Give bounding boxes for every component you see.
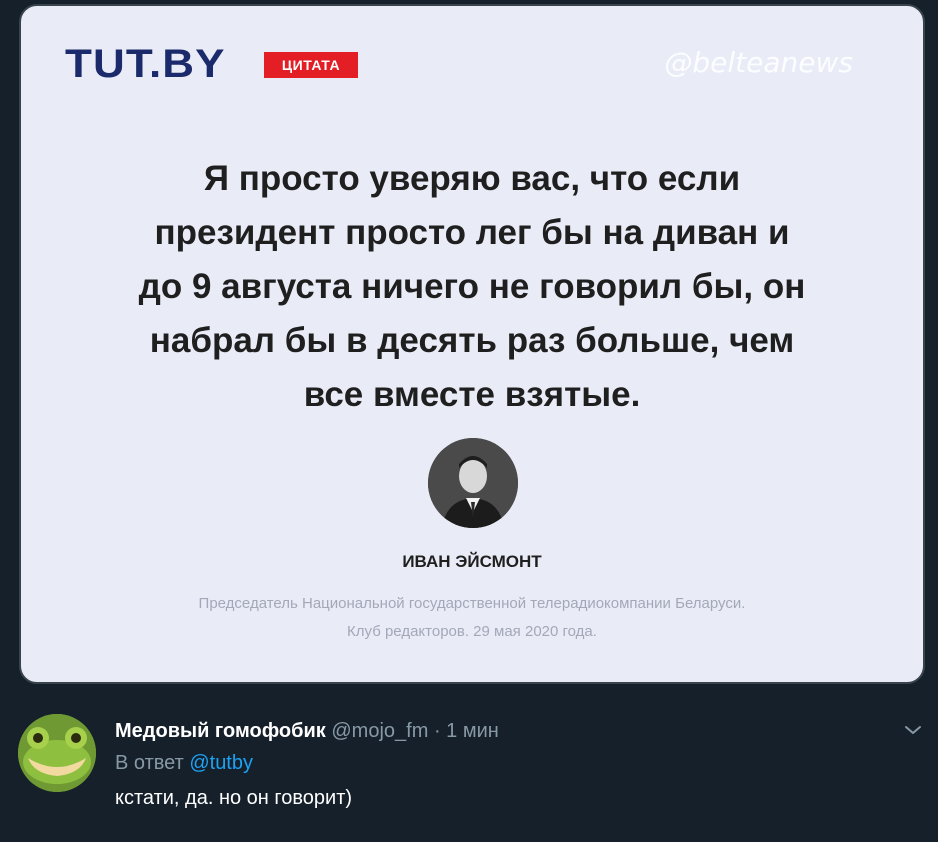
- user-handle[interactable]: @mojo_fm: [331, 720, 428, 742]
- display-name[interactable]: Медовый гомофобик: [115, 720, 326, 742]
- timestamp[interactable]: 1 мин: [446, 720, 499, 742]
- reply-mention-link[interactable]: @tutby: [189, 752, 253, 774]
- quote-text: Я просто уверяю вас, что если президент …: [138, 159, 806, 414]
- quote-badge: ЦИТАТА: [264, 52, 358, 78]
- avatar[interactable]: [18, 714, 96, 792]
- watermark: @belteanews: [664, 46, 853, 79]
- quote-card-image[interactable]: TUT.BY ЦИТАТА @belteanews Я просто уверя…: [19, 4, 925, 684]
- reply-header: Медовый гомофобик @mojo_fm · 1 мин: [115, 718, 499, 744]
- tutby-logo: TUT.BY: [65, 42, 226, 86]
- speaker-description: Председатель Национальной государственно…: [198, 595, 746, 640]
- speaker-name: ИВАН ЭЙСМОНТ: [402, 552, 542, 571]
- reply-text: кстати, да. но он говорит): [115, 787, 353, 809]
- reply-context: В ответ @tutby: [115, 750, 253, 776]
- reply-prefix: В ответ: [115, 752, 184, 774]
- speaker-photo: [428, 438, 518, 528]
- chevron-down-icon[interactable]: [902, 722, 924, 738]
- reply-tweet[interactable]: Медовый гомофобик @mojo_fm · 1 мин В отв…: [0, 700, 938, 842]
- separator-dot: ·: [433, 720, 441, 742]
